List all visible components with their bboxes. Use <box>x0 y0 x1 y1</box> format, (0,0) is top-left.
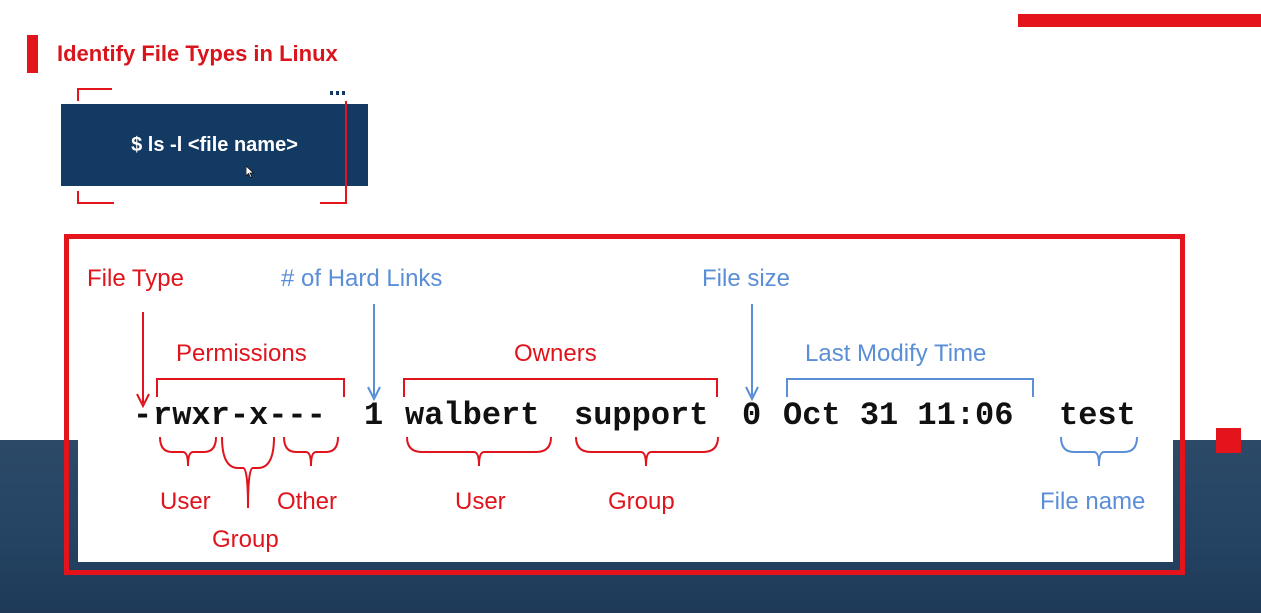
file-name-brace <box>1060 436 1138 467</box>
perm-group-brace <box>221 436 275 509</box>
owner-user-brace <box>406 436 552 467</box>
owners-bracket <box>403 378 718 397</box>
perm-other-brace <box>283 436 339 467</box>
diagram-annotations <box>136 304 1138 509</box>
modify-time-bracket <box>786 378 1034 397</box>
owner-group-brace <box>575 436 719 467</box>
permissions-bracket <box>156 378 345 397</box>
perm-user-brace <box>159 436 217 467</box>
